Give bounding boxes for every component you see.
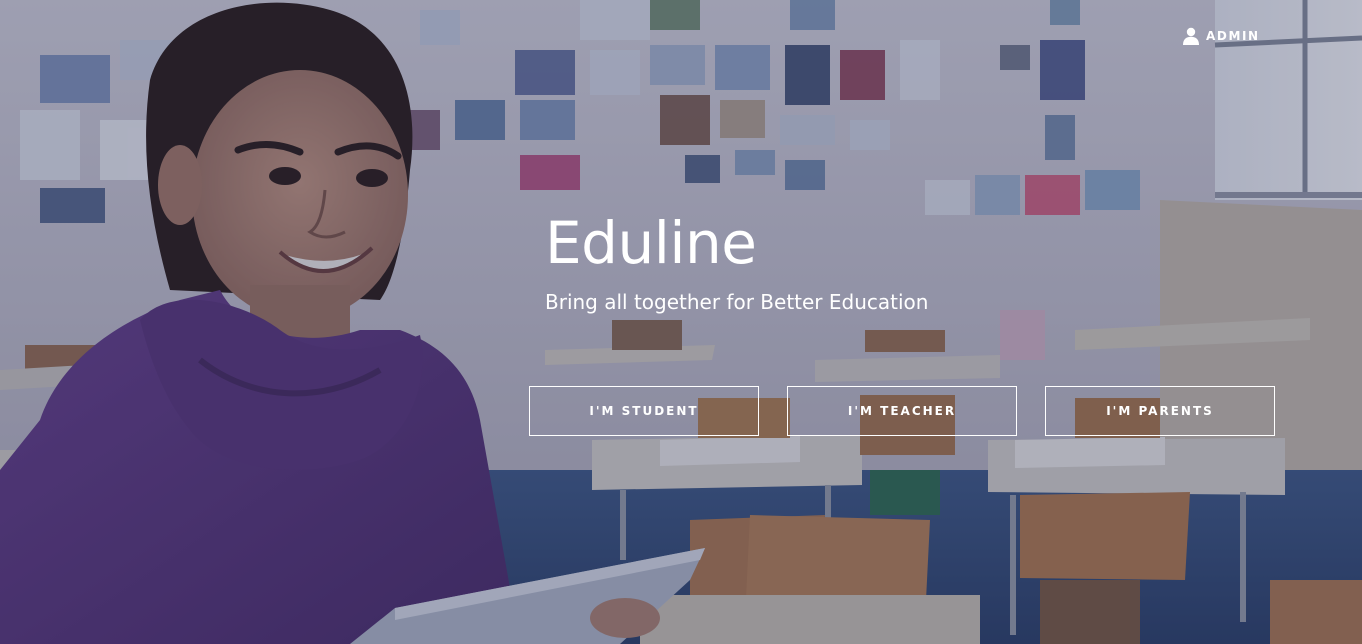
hero-section: ADMIN Eduline Bring all together for Bet… [0,0,1362,644]
hero-background-image [0,0,1362,644]
student-button[interactable]: I'M STUDENT [529,386,759,436]
admin-login-link[interactable]: ADMIN [1182,26,1260,46]
user-icon [1183,27,1199,45]
parents-button[interactable]: I'M PARENTS [1045,386,1275,436]
teacher-button[interactable]: I'M TEACHER [787,386,1017,436]
brand-tagline: Bring all together for Better Education [545,290,929,314]
brand-title: Eduline [545,209,757,277]
admin-label: ADMIN [1206,29,1260,43]
